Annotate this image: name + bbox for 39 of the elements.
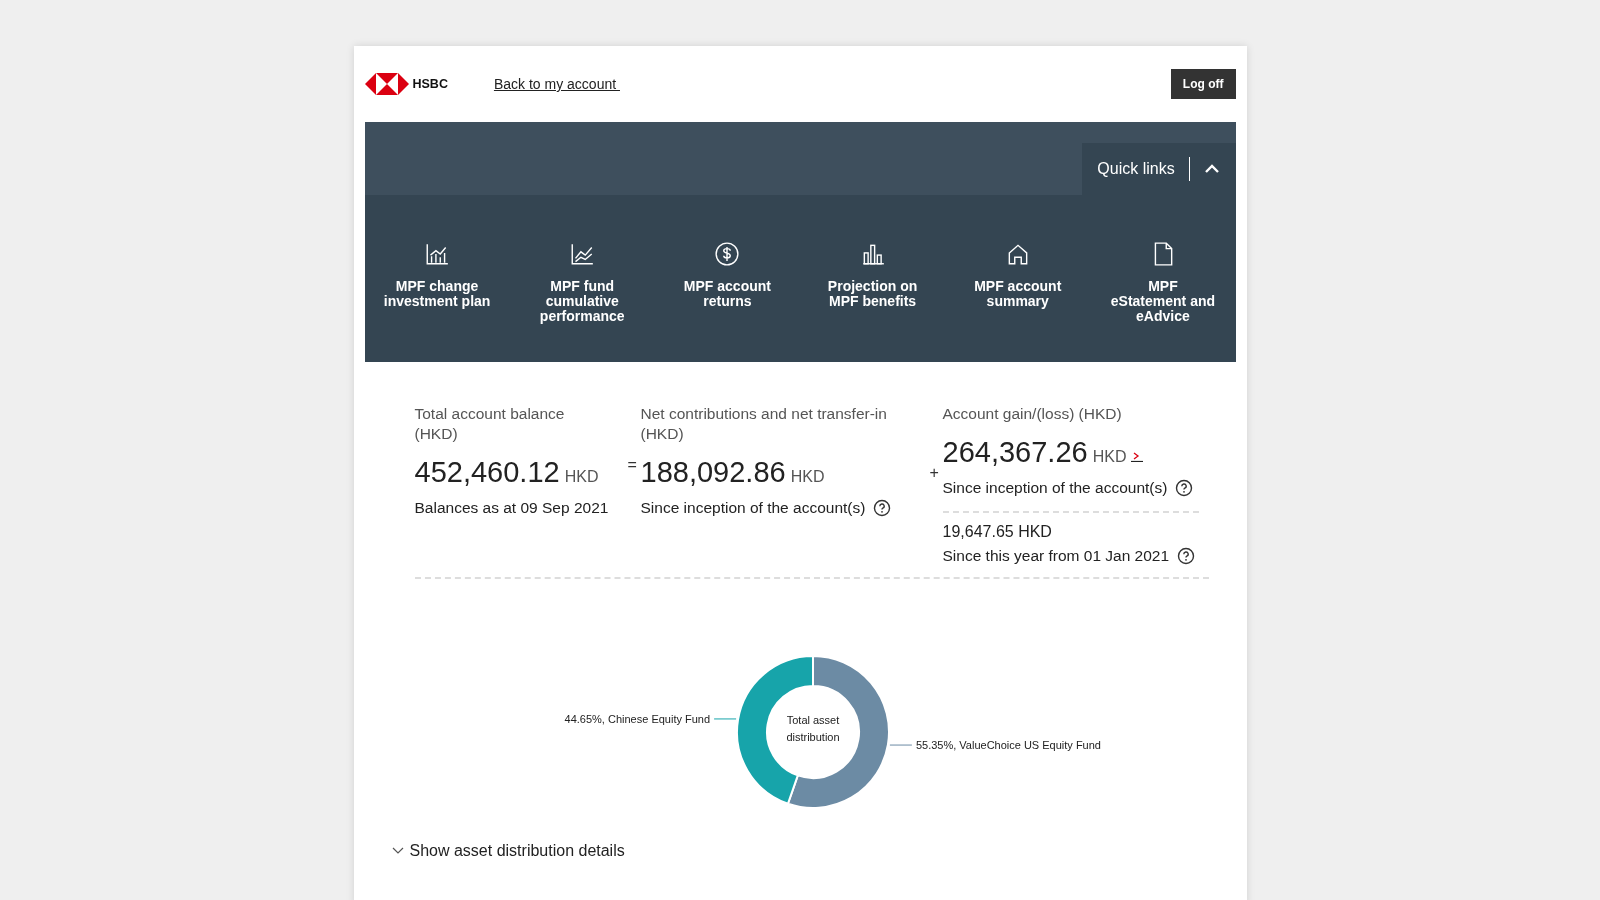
currency: HKD (1092, 448, 1127, 466)
back-link[interactable]: Back to my account (493, 76, 620, 92)
stat-label: Net contributions and net transfer-in (HKD) (640, 404, 888, 444)
logoff-button[interactable]: Log off (1170, 69, 1236, 99)
quick-links-toggle[interactable]: Quick links (1081, 143, 1236, 195)
quick-link[interactable]: MPF account returns (673, 279, 782, 309)
amount: 452,460.12 (414, 456, 560, 489)
note-text: Since this year from 01 Jan 2021 (942, 547, 1170, 565)
details-toggle[interactable]: Show asset distribution details (409, 842, 625, 860)
help-icon[interactable] (1177, 547, 1196, 565)
amount: 188,092.86 (640, 456, 786, 489)
slice-label: 44.65%, Chinese Equity Fund (564, 712, 737, 725)
amount: 264,367.26 (942, 436, 1088, 469)
stat-label: Total account balance (HKD) (414, 404, 566, 444)
stat-label: Account gain/(loss) (HKD) (942, 404, 1123, 424)
help-icon[interactable] (873, 499, 892, 517)
currency: HKD (790, 468, 825, 486)
logo-text: HSBC (412, 77, 448, 91)
line-chart-icon[interactable] (569, 241, 596, 267)
quick-link[interactable]: MPF change investment plan (383, 279, 492, 309)
data-label: 44.65%, Chinese Equity Fund (564, 712, 710, 725)
quick-link[interactable]: MPF account summary (963, 279, 1072, 309)
quick-link[interactable]: Projection on MPF benefits (818, 279, 927, 309)
operator-sign: = (627, 456, 638, 475)
note-text: Since inception of the account(s) (640, 499, 866, 517)
quick-link[interactable]: MPF eStatement and eAdvice (1108, 279, 1217, 324)
logo-icon (364, 73, 409, 95)
dollar-icon[interactable] (714, 241, 741, 267)
chart-title: Total asset distribution (785, 714, 840, 743)
note-text: Since inception of the account(s) (942, 479, 1168, 497)
bar-chart-icon[interactable] (424, 241, 451, 267)
slice-label: 55.35%, ValueChoice US Equity Fund (888, 739, 1101, 752)
currency: HKD (564, 468, 599, 486)
operator-sign: + (929, 464, 940, 483)
chevron-right-icon[interactable] (1131, 450, 1144, 462)
note-text: Balances as at 09 Sep 2021 (414, 499, 609, 517)
quick-link[interactable]: MPF fund cumulative performance (528, 279, 637, 324)
year-amount: 19,647.65 HKD (942, 523, 1053, 541)
help-icon[interactable] (1175, 479, 1194, 497)
